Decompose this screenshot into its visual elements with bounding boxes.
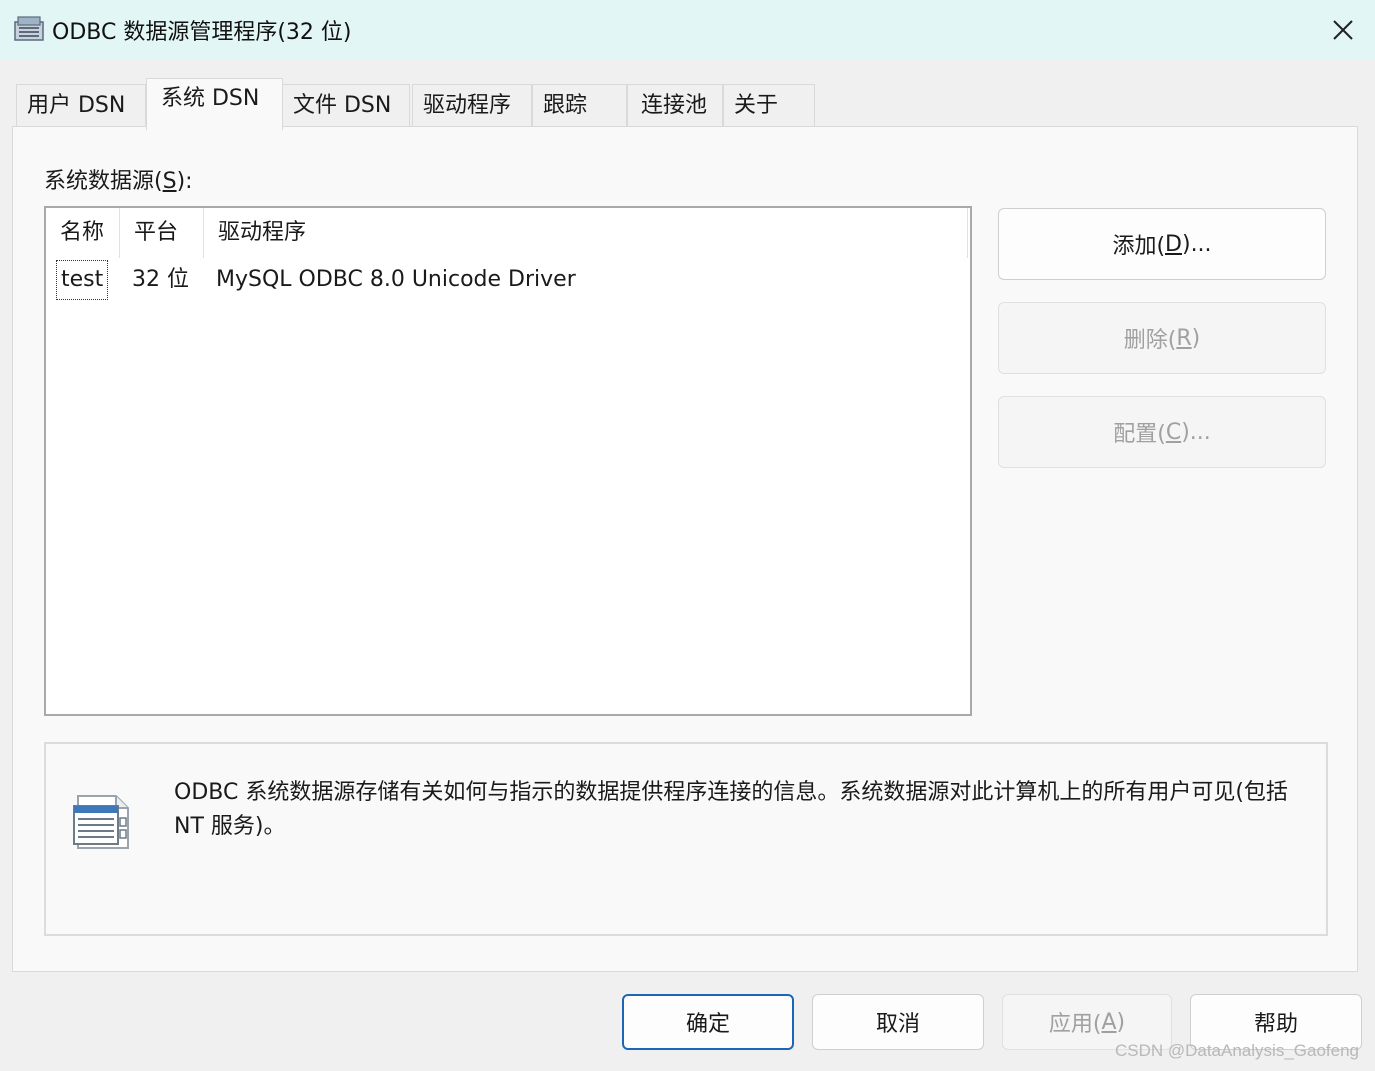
odbc-app-icon xyxy=(14,16,44,41)
column-header-platform[interactable]: 平台 xyxy=(120,208,204,258)
window-title: ODBC 数据源管理程序(32 位) xyxy=(52,20,352,45)
system-data-sources-label: 系统数据源(S): xyxy=(44,169,193,194)
dsn-driver-cell: MySQL ODBC 8.0 Unicode Driver xyxy=(216,267,576,292)
list-item[interactable]: test 32 位 MySQL ODBC 8.0 Unicode Driver xyxy=(46,260,970,300)
odbc-dialog: ODBC 数据源管理程序(32 位) 用户 DSN 系统 DSN 文件 DSN … xyxy=(0,0,1375,1071)
tab-user-dsn[interactable]: 用户 DSN xyxy=(16,84,146,128)
add-button[interactable]: 添加(D)... xyxy=(998,208,1326,280)
tab-file-dsn[interactable]: 文件 DSN xyxy=(282,84,410,128)
info-text: ODBC 系统数据源存储有关如何与指示的数据提供程序连接的信息。系统数据源对此计… xyxy=(174,780,1288,839)
tab-system-dsn[interactable]: 系统 DSN xyxy=(146,78,283,130)
title-bar: ODBC 数据源管理程序(32 位) xyxy=(0,0,1375,60)
tab-about[interactable]: 关于 xyxy=(723,84,815,128)
column-header-driver[interactable]: 驱动程序 xyxy=(204,208,968,258)
remove-button[interactable]: 删除(R) xyxy=(998,302,1326,374)
dsn-name-cell[interactable]: test xyxy=(56,260,109,300)
list-header: 名称 平台 驱动程序 xyxy=(46,208,970,258)
column-header-name[interactable]: 名称 xyxy=(46,208,120,258)
watermark: CSDN @DataAnalysis_Gaofeng xyxy=(1114,1041,1359,1060)
cancel-button[interactable]: 取消 xyxy=(812,994,984,1050)
info-box: ODBC 系统数据源存储有关如何与指示的数据提供程序连接的信息。系统数据源对此计… xyxy=(44,742,1328,936)
close-button[interactable] xyxy=(1311,0,1375,60)
tab-drivers[interactable]: 驱动程序 xyxy=(412,84,532,128)
dsn-platform-cell: 32 位 xyxy=(132,267,189,292)
ok-button[interactable]: 确定 xyxy=(622,994,794,1050)
close-icon xyxy=(1333,20,1353,40)
dsn-list[interactable]: 名称 平台 驱动程序 test 32 位 MySQL ODBC 8.0 Unic… xyxy=(44,206,972,716)
configure-button[interactable]: 配置(C)... xyxy=(998,396,1326,468)
data-source-icon xyxy=(73,795,129,849)
tab-connection-pooling[interactable]: 连接池 xyxy=(627,84,723,128)
tab-tracing[interactable]: 跟踪 xyxy=(532,84,627,128)
